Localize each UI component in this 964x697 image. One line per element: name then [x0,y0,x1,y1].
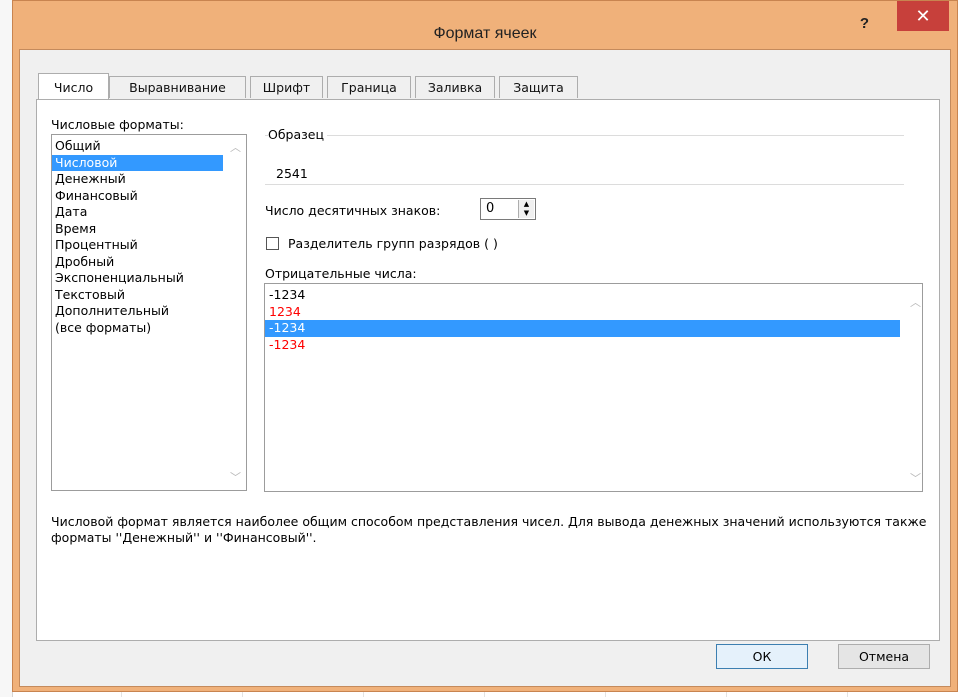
format-item-date[interactable]: Дата [52,204,246,221]
tab-page-number: Числовые форматы: Общий Числовой Денежны… [36,99,940,641]
format-item-accounting[interactable]: Финансовый [52,188,246,205]
format-description: Числовой формат является наиболее общим … [51,514,927,545]
format-item-percentage[interactable]: Процентный [52,237,246,254]
negative-item-red-minus[interactable]: -1234 [265,337,900,354]
close-icon: ✕ [915,6,931,26]
tab-alignment[interactable]: Выравнивание [109,76,246,98]
help-button[interactable]: ? [860,15,869,32]
dialog-titlebar: Формат ячеек ? ✕ [13,1,957,42]
scroll-down-icon[interactable]: ﹀ [230,469,241,485]
sample-legend: Образец [268,127,327,142]
ok-button[interactable]: ОК [716,644,808,669]
scroll-up-icon[interactable]: ︿ [910,294,921,310]
thousands-separator-label[interactable]: Разделитель групп разрядов ( ) [288,236,498,251]
tab-border[interactable]: Граница [327,76,411,98]
sample-value: 2541 [276,166,308,181]
decimal-places-value[interactable]: 0 [486,201,494,216]
decimal-places-stepper[interactable]: 0 ▲ ▼ [480,198,536,220]
negative-numbers-list[interactable]: -1234 1234 -1234 -1234 ︿ ﹀ [264,283,923,492]
format-item-time[interactable]: Время [52,221,246,238]
format-item-scientific[interactable]: Экспоненциальный [52,270,246,287]
dialog-client-area: Число Выравнивание Шрифт Граница Заливка… [19,49,951,687]
format-item-custom[interactable]: (все форматы) [52,320,246,337]
format-item-number[interactable]: Числовой [52,154,223,171]
sample-group [265,135,904,185]
format-item-general[interactable]: Общий [52,138,246,155]
format-item-special[interactable]: Дополнительный [52,303,246,320]
number-formats-list[interactable]: Общий Числовой Денежный Финансовый Дата … [51,134,247,491]
tab-fill[interactable]: Заливка [415,76,495,98]
tab-number[interactable]: Число [38,73,109,99]
close-button[interactable]: ✕ [897,1,949,31]
dialog-title: Формат ячеек [433,25,537,42]
number-formats-label: Числовые форматы: [51,117,184,132]
cancel-button[interactable]: Отмена [838,644,930,669]
negative-item-red[interactable]: 1234 [265,304,900,321]
format-item-text[interactable]: Текстовый [52,287,246,304]
negative-numbers-label: Отрицательные числа: [265,266,417,281]
tab-font[interactable]: Шрифт [250,76,323,98]
chevron-down-icon[interactable]: ▼ [519,209,534,218]
format-item-currency[interactable]: Денежный [52,171,246,188]
thousands-separator-checkbox[interactable] [266,237,279,250]
negative-item-minus-selected[interactable]: -1234 [265,320,900,337]
scroll-down-icon[interactable]: ﹀ [910,470,921,486]
scroll-up-icon[interactable]: ︿ [230,139,241,155]
format-item-fraction[interactable]: Дробный [52,254,246,271]
format-cells-dialog: Формат ячеек ? ✕ Число Выравнивание Шриф… [12,0,958,692]
tab-protection[interactable]: Защита [499,76,578,98]
stepper-buttons: ▲ ▼ [518,200,534,218]
negative-item-minus[interactable]: -1234 [265,287,900,304]
decimal-places-label: Число десятичных знаков: [265,203,441,218]
